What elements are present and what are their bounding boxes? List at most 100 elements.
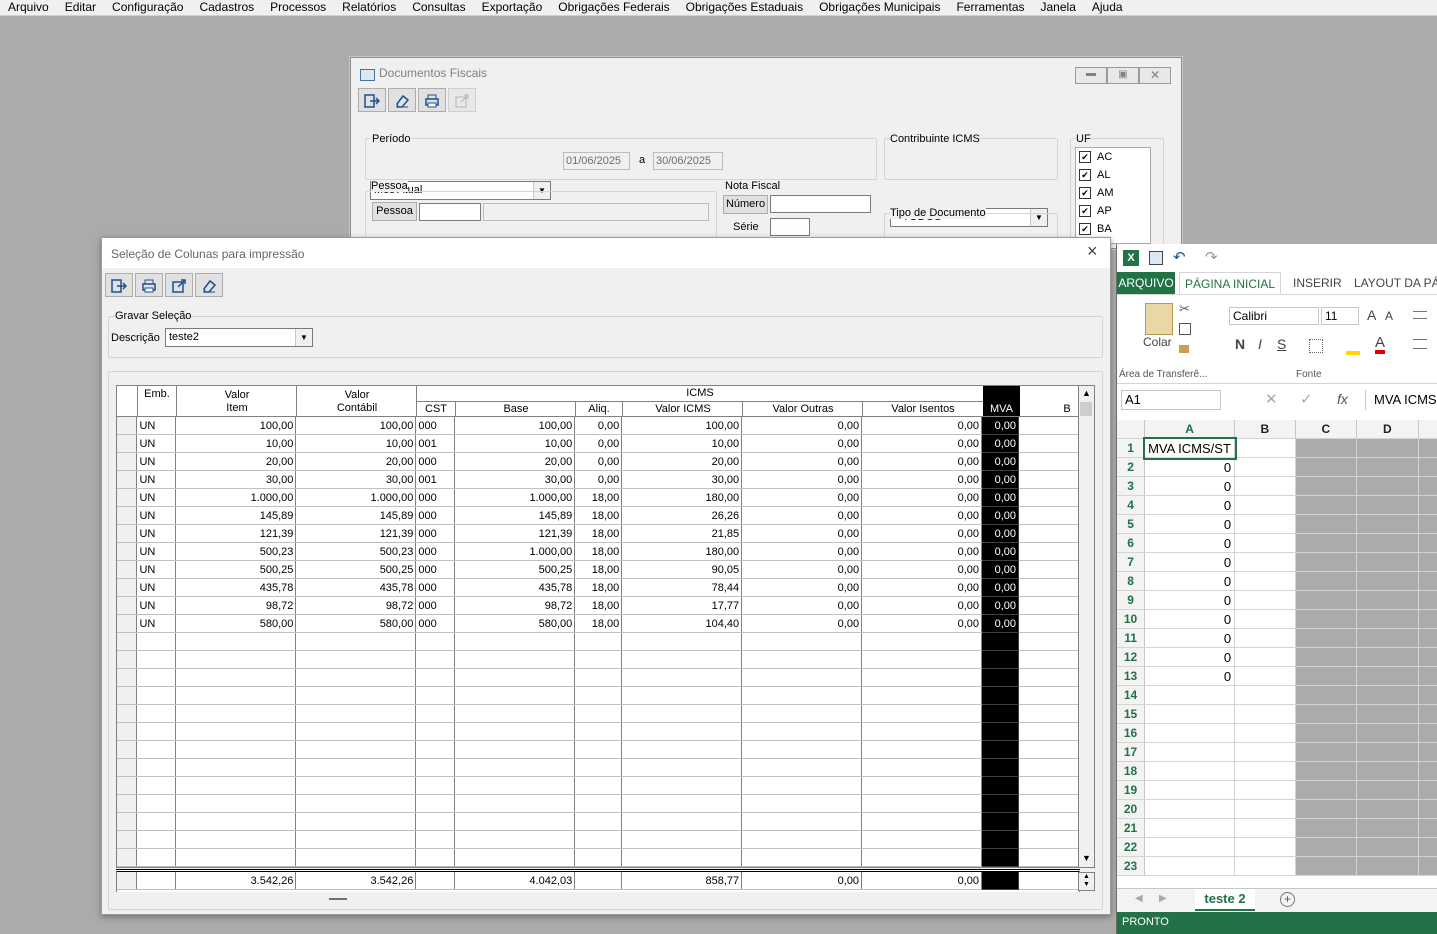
row-indicator[interactable]	[117, 434, 138, 453]
cell-b[interactable]	[1018, 704, 1079, 723]
cell-b[interactable]	[1018, 812, 1079, 831]
cell-valor-icms[interactable]: 10,00	[621, 434, 743, 453]
cell-empty[interactable]	[1356, 761, 1419, 781]
cell-valor-outras[interactable]	[741, 812, 863, 831]
cell-empty[interactable]	[1295, 818, 1358, 838]
cell-empty[interactable]	[1234, 628, 1296, 648]
cell-a[interactable]	[1144, 704, 1236, 724]
cell-empty[interactable]	[1295, 666, 1358, 686]
cell-empty[interactable]	[1234, 704, 1296, 724]
tab-layout[interactable]: LAYOUT DA PÁG	[1354, 272, 1437, 294]
close-icon[interactable]: ×	[1087, 241, 1098, 262]
cell-emb[interactable]	[136, 812, 177, 831]
cell-valor-isentos[interactable]	[861, 830, 983, 849]
cell-empty[interactable]	[1418, 647, 1437, 667]
cell-valor-outras[interactable]	[741, 794, 863, 813]
menu-item-0[interactable]: Arquivo	[0, 0, 57, 15]
cell-empty[interactable]	[1295, 761, 1358, 781]
cell-aliq[interactable]	[574, 776, 623, 795]
row-header[interactable]: 2	[1117, 457, 1146, 477]
cell-b[interactable]	[1018, 506, 1079, 525]
cell-b[interactable]	[1018, 578, 1079, 597]
row-header[interactable]: 21	[1117, 818, 1146, 838]
close-button[interactable]: ✕	[1139, 67, 1171, 84]
cell-cst[interactable]	[415, 668, 456, 687]
cell-b[interactable]	[1018, 686, 1079, 705]
cell-cst[interactable]: 000	[415, 596, 456, 615]
cell-cst[interactable]: 000	[415, 506, 456, 525]
cell-mva[interactable]	[981, 686, 1019, 705]
cell-empty[interactable]	[1356, 571, 1419, 591]
cell-base[interactable]: 100,00	[454, 417, 576, 435]
row-header[interactable]: 18	[1117, 761, 1146, 781]
cell-mva[interactable]	[981, 632, 1019, 651]
cell-valor-icms[interactable]	[621, 794, 743, 813]
fill-color-icon[interactable]	[1346, 337, 1360, 355]
cell-valor-item[interactable]	[175, 776, 297, 795]
cell-empty[interactable]	[1295, 590, 1358, 610]
cell-empty[interactable]	[1418, 552, 1437, 572]
checkbox-checked-icon[interactable]: ✔	[1079, 151, 1091, 164]
cell-emb[interactable]: UN	[136, 596, 177, 615]
colar-label[interactable]: Colar	[1143, 335, 1172, 349]
cell-cst[interactable]	[415, 848, 456, 867]
cell-cst[interactable]: 001	[415, 434, 456, 453]
cell-valor-outras[interactable]: 0,00	[741, 596, 863, 615]
horizontal-scrollbar[interactable]	[116, 892, 1093, 906]
cell-empty[interactable]	[1418, 818, 1437, 838]
cell-mva[interactable]	[981, 794, 1019, 813]
cell-cst[interactable]: 000	[415, 524, 456, 543]
cell-base[interactable]: 1.000,00	[454, 488, 576, 507]
cell-valor-contabil[interactable]: 30,00	[295, 470, 417, 489]
cell-emb[interactable]: UN	[136, 470, 177, 489]
cell-a[interactable]: 0	[1144, 552, 1236, 572]
cell-aliq[interactable]	[574, 740, 623, 759]
cell-empty[interactable]	[1418, 476, 1437, 496]
cell-base[interactable]	[454, 812, 576, 831]
cell-base[interactable]	[454, 776, 576, 795]
cell-mva[interactable]: 0,00	[981, 614, 1019, 633]
eraser-icon[interactable]	[388, 88, 416, 112]
cell-valor-item[interactable]	[175, 650, 297, 669]
cell-empty[interactable]	[1356, 628, 1419, 648]
font-name-select[interactable]: Calibri	[1229, 307, 1319, 325]
date-to-field[interactable]: 30/06/2025	[653, 152, 723, 170]
cell-valor-item[interactable]: 100,00	[175, 417, 297, 435]
cell-empty[interactable]	[1418, 837, 1437, 857]
cell-empty[interactable]	[1234, 571, 1296, 591]
menu-item-11[interactable]: Ferramentas	[948, 0, 1032, 15]
cell-valor-isentos[interactable]: 0,00	[861, 434, 983, 453]
export-icon[interactable]	[448, 88, 476, 112]
header-valor-isentos[interactable]: Valor Isentos	[863, 403, 983, 415]
cell-valor-icms[interactable]	[621, 776, 743, 795]
cell-valor-item[interactable]: 580,00	[175, 614, 297, 633]
header-valor-contabil-1[interactable]: Valor	[297, 389, 417, 401]
table-row[interactable]	[117, 632, 1079, 651]
row-indicator[interactable]	[117, 668, 138, 687]
cell-mva[interactable]	[981, 668, 1019, 687]
cell-cst[interactable]	[415, 830, 456, 849]
cell-valor-isentos[interactable]: 0,00	[861, 542, 983, 561]
cell-valor-icms[interactable]	[621, 704, 743, 723]
table-row[interactable]: UN 1.000,00 1.000,00 000 1.000,00 18,00 180,00…	[117, 488, 1079, 507]
cell-empty[interactable]	[1418, 742, 1437, 762]
row-header[interactable]: 7	[1117, 552, 1146, 572]
row-indicator[interactable]	[117, 632, 138, 651]
cell-base[interactable]: 98,72	[454, 596, 576, 615]
menu-item-5[interactable]: Relatórios	[334, 0, 404, 15]
cell-valor-item[interactable]	[175, 686, 297, 705]
cell-a[interactable]: 0	[1144, 628, 1236, 648]
cell-mva[interactable]: 0,00	[981, 488, 1019, 507]
cell-a[interactable]: 0	[1144, 609, 1236, 629]
cell-emb[interactable]: UN	[136, 542, 177, 561]
menu-item-6[interactable]: Consultas	[404, 0, 473, 15]
cell-mva[interactable]: 0,00	[981, 578, 1019, 597]
scroll-thumb[interactable]	[1080, 402, 1092, 416]
cell-valor-contabil[interactable]	[295, 776, 417, 795]
row-indicator[interactable]	[117, 794, 138, 813]
cell-valor-contabil[interactable]	[295, 704, 417, 723]
cell-a[interactable]	[1144, 837, 1236, 857]
cell-base[interactable]	[454, 668, 576, 687]
cell-emb[interactable]	[136, 758, 177, 777]
cell-mva[interactable]: 0,00	[981, 560, 1019, 579]
